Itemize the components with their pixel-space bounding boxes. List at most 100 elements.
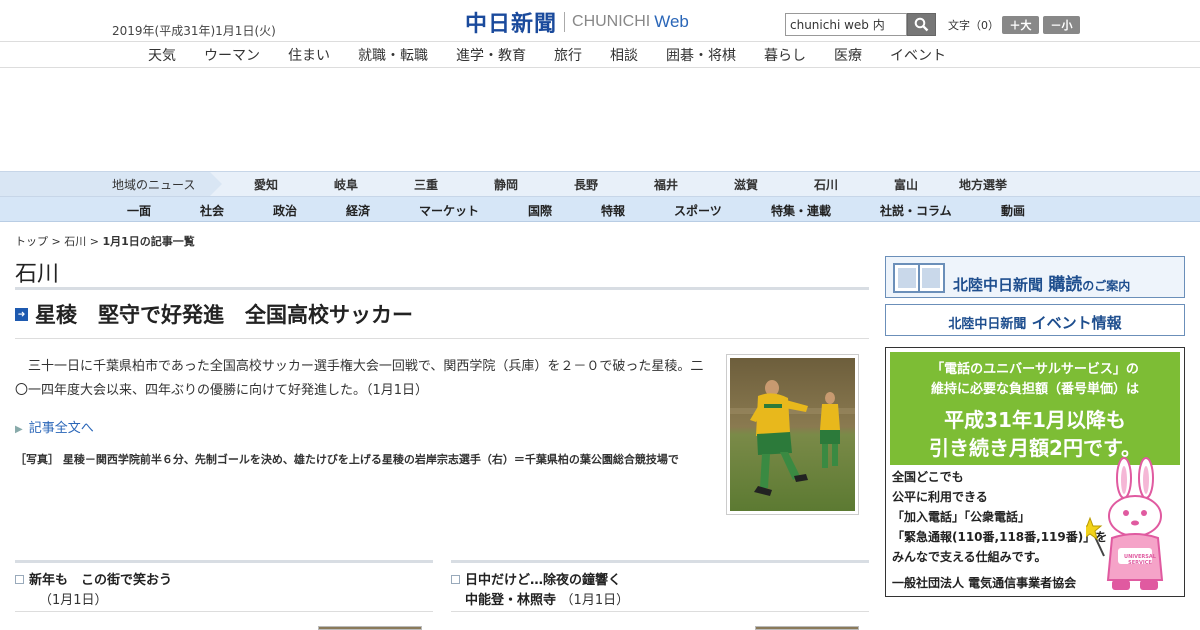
square-bullet-icon bbox=[15, 575, 24, 584]
top-nav-item[interactable]: 進学・教育 bbox=[456, 45, 526, 65]
category-nav-item[interactable]: 社会 bbox=[200, 202, 224, 219]
photo-caption: ［写真］ 星稜－関西学院前半６分、先制ゴールを決め、雄たけびを上げる星稜の岩岸宗… bbox=[15, 453, 679, 466]
article-headline[interactable]: 星稜 堅守で好発進 全国高校サッカー bbox=[35, 299, 413, 329]
sub-article-thumbnail[interactable] bbox=[318, 626, 422, 630]
category-nav-item[interactable]: マーケット bbox=[419, 202, 479, 219]
category-nav-item[interactable]: 社説・コラム bbox=[880, 202, 952, 219]
region-nav-label: 地域のニュース bbox=[0, 172, 222, 196]
sub-article-card[interactable]: 日中だけど…除夜の鐘響く 中能登・林照寺 （1月1日） bbox=[451, 560, 869, 612]
logo-web: Web bbox=[654, 12, 689, 31]
book-icon bbox=[893, 263, 945, 293]
soccer-photo-image bbox=[730, 358, 855, 511]
category-nav-item[interactable]: 一面 bbox=[127, 202, 151, 219]
article-body: 三十一日に千葉県柏市であった全国高校サッカー選手権大会一回戦で、関西学院（兵庫）… bbox=[15, 359, 704, 398]
breadcrumb-region[interactable]: 石川 bbox=[64, 235, 86, 248]
sub-article-title[interactable]: 日中だけど…除夜の鐘響く 中能登・林照寺 （1月1日） bbox=[465, 571, 629, 611]
category-nav-item[interactable]: 動画 bbox=[1001, 202, 1025, 219]
title-divider bbox=[15, 287, 869, 290]
region-nav-item[interactable]: 地方選挙 bbox=[959, 176, 1007, 193]
top-nav-item[interactable]: 住まい bbox=[288, 45, 330, 65]
top-nav-item[interactable]: 暮らし bbox=[764, 45, 806, 65]
category-nav-item[interactable]: 国際 bbox=[528, 202, 552, 219]
event-paper-name: 北陸中日新聞 bbox=[948, 317, 1027, 332]
region-nav-item[interactable]: 長野 bbox=[574, 176, 598, 193]
breadcrumb-separator: > bbox=[86, 235, 103, 248]
logo-divider bbox=[564, 12, 566, 32]
search-input[interactable] bbox=[785, 13, 907, 36]
ad-line: 一般社団法人 電気通信事業者協会 bbox=[892, 576, 1077, 590]
category-nav-item[interactable]: 特報 bbox=[601, 202, 625, 219]
ad-headline-box: 「電話のユニバーサルサービス」の 維持に必要な負担額（番号単価）は 平成31年1… bbox=[890, 352, 1180, 465]
mascot-label: UNIVERSAL SERVICE bbox=[1124, 554, 1156, 566]
event-text: 北陸中日新聞 イベント情報 bbox=[886, 312, 1184, 333]
event-banner[interactable]: 北陸中日新聞 イベント情報 bbox=[885, 304, 1185, 336]
font-size-label: 文字（0） bbox=[948, 19, 999, 32]
logo-kanji: 中日新聞 bbox=[465, 11, 558, 37]
category-nav-item[interactable]: 経済 bbox=[346, 202, 370, 219]
headline-divider bbox=[15, 338, 869, 339]
breadcrumb-current: 1月1日の記事一覧 bbox=[102, 235, 195, 248]
read-more-link[interactable]: ▶ 記事全文へ bbox=[15, 417, 94, 436]
search-icon bbox=[914, 17, 929, 32]
square-bullet-icon bbox=[451, 575, 460, 584]
ad-line: 「緊急通報(110番,118番,119番)」を bbox=[892, 530, 1108, 544]
search-button[interactable] bbox=[907, 13, 936, 36]
universal-service-ad[interactable]: 「電話のユニバーサルサービス」の 維持に必要な負担額（番号単価）は 平成31年1… bbox=[885, 347, 1185, 597]
region-nav-item[interactable]: 三重 bbox=[414, 176, 438, 193]
subscribe-main: 購読 bbox=[1048, 275, 1083, 295]
subscribe-text: 北陸中日新聞 購読のご案内 bbox=[953, 270, 1130, 295]
category-nav-item[interactable]: 政治 bbox=[273, 202, 297, 219]
page-title: 石川 bbox=[15, 262, 60, 287]
ad-line: 「電話のユニバーサルサービス」の bbox=[931, 362, 1139, 377]
logo-english: CHUNICHI bbox=[572, 13, 651, 30]
top-nav-item[interactable]: 相談 bbox=[610, 45, 638, 65]
font-larger-button[interactable]: ＋大 bbox=[1002, 16, 1039, 34]
ad-line: 「加入電話」「公衆電話」 bbox=[892, 510, 1031, 524]
category-nav-item[interactable]: 特集・連載 bbox=[771, 202, 831, 219]
top-nav-item[interactable]: 旅行 bbox=[554, 45, 582, 65]
region-nav-item[interactable]: 愛知 bbox=[254, 176, 278, 193]
region-nav-item[interactable]: 石川 bbox=[814, 176, 838, 193]
site-header: 2019年(平成31年)1月1日(火) 中日新聞 CHUNICHI Web 文字… bbox=[0, 0, 1200, 42]
region-nav-item[interactable]: 滋賀 bbox=[734, 176, 758, 193]
read-more-label: 記事全文へ bbox=[28, 421, 94, 436]
sub-article-title-text: 日中だけど…除夜の鐘響く bbox=[465, 573, 622, 588]
ad-line: 維持に必要な負担額（番号単価）は bbox=[930, 382, 1139, 397]
subscribe-paper-name: 北陸中日新聞 bbox=[953, 276, 1044, 294]
region-nav-item[interactable]: 静岡 bbox=[494, 176, 518, 193]
article-photo[interactable] bbox=[726, 354, 859, 515]
ad-line: 平成31年1月以降も bbox=[944, 408, 1126, 432]
triangle-right-icon: ▶ bbox=[15, 424, 23, 435]
ad-line: 全国どこでも bbox=[892, 470, 964, 484]
sub-article-title[interactable]: 新年も この街で笑おう （1月1日） bbox=[29, 571, 172, 611]
top-nav-item[interactable]: 医療 bbox=[834, 45, 862, 65]
subscribe-rest: のご案内 bbox=[1082, 279, 1131, 293]
sub-article-date: （1月1日） bbox=[560, 593, 630, 608]
ad-line: 公平に利用できる bbox=[892, 490, 988, 504]
breadcrumb-top[interactable]: トップ bbox=[15, 235, 48, 248]
ad-banner-area bbox=[0, 68, 1200, 171]
subscribe-banner[interactable]: 北陸中日新聞 購読のご案内 bbox=[885, 256, 1185, 298]
top-nav-item[interactable]: 囲碁・将棋 bbox=[666, 45, 736, 65]
breadcrumb-separator: > bbox=[48, 235, 65, 248]
category-nav-item[interactable]: スポーツ bbox=[674, 202, 722, 219]
sub-article-thumbnail[interactable] bbox=[755, 626, 859, 630]
region-nav-item[interactable]: 岐阜 bbox=[334, 176, 358, 193]
sub-article-title-text: 新年も この街で笑おう bbox=[29, 573, 173, 588]
top-nav-item[interactable]: イベント bbox=[890, 45, 946, 65]
region-nav-item[interactable]: 福井 bbox=[654, 176, 678, 193]
top-nav-item[interactable]: ウーマン bbox=[204, 45, 260, 65]
region-nav-item[interactable]: 富山 bbox=[894, 176, 918, 193]
top-nav-item[interactable]: 就職・転職 bbox=[358, 45, 428, 65]
font-smaller-button[interactable]: －小 bbox=[1043, 16, 1080, 34]
sub-article-title-line2: 中能登・林照寺 bbox=[465, 593, 557, 608]
header-date: 2019年(平成31年)1月1日(火) bbox=[112, 24, 276, 38]
sub-article-date: （1月1日） bbox=[39, 593, 108, 608]
site-logo[interactable]: 中日新聞 CHUNICHI Web bbox=[465, 9, 689, 37]
breadcrumb: トップ > 石川 > 1月1日の記事一覧 bbox=[15, 233, 195, 249]
region-nav: 地域のニュース 愛知 岐阜 三重 静岡 長野 福井 滋賀 石川 富山 地方選挙 bbox=[0, 171, 1200, 197]
rabbit-mascot-icon bbox=[1086, 457, 1164, 590]
top-nav-item[interactable]: 天気 bbox=[148, 45, 176, 65]
arrow-right-icon: ➜ bbox=[15, 308, 28, 321]
sub-article-card[interactable]: 新年も この街で笑おう （1月1日） bbox=[15, 560, 433, 612]
